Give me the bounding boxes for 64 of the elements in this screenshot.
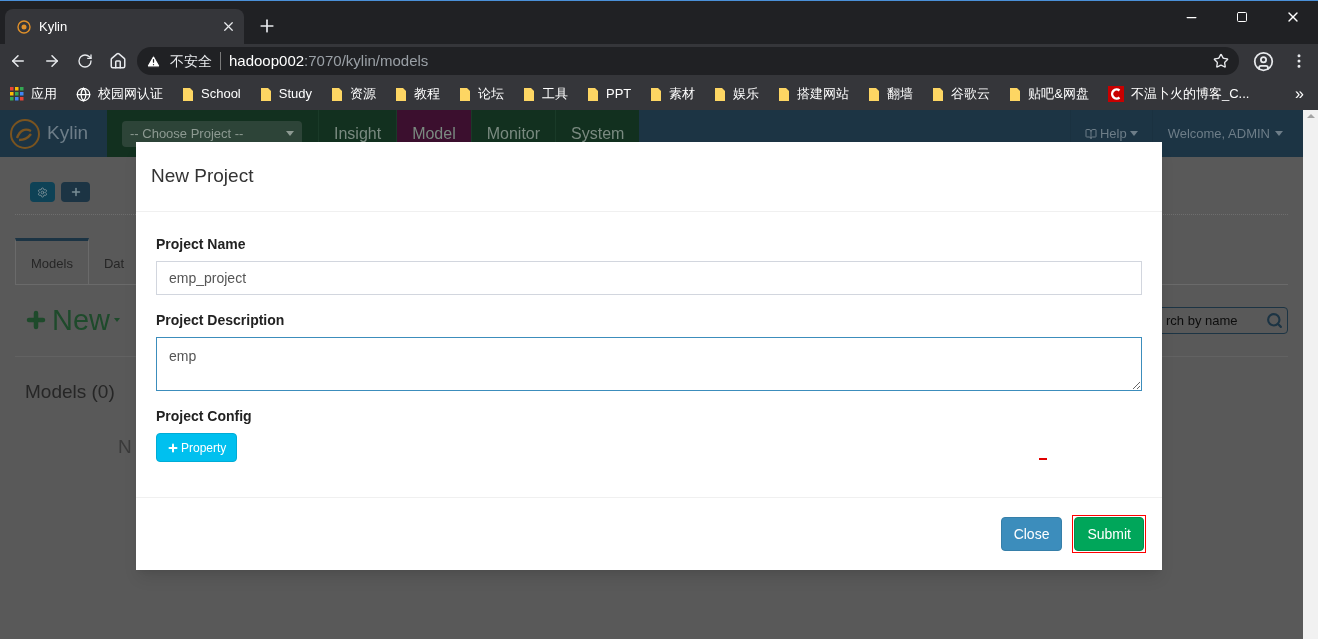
folder-icon bbox=[650, 86, 663, 102]
more-bookmarks[interactable]: » bbox=[1295, 82, 1304, 106]
close-icon[interactable] bbox=[221, 19, 236, 34]
bookmark-item[interactable]: 资源 bbox=[331, 84, 376, 104]
bookmark-item[interactable]: 教程 bbox=[395, 84, 440, 104]
book-icon bbox=[1084, 127, 1097, 140]
folder-icon bbox=[459, 86, 471, 102]
back-icon[interactable] bbox=[9, 52, 27, 70]
field-label: Project Description bbox=[156, 311, 286, 330]
dialog-title: New Project bbox=[151, 164, 254, 189]
plus-icon bbox=[167, 441, 179, 454]
folder-icon bbox=[1009, 86, 1022, 102]
maximize-icon[interactable] bbox=[1236, 11, 1248, 23]
reload-icon[interactable] bbox=[77, 53, 93, 69]
folder-icon bbox=[714, 86, 727, 102]
brand-name: Kylin bbox=[47, 121, 89, 146]
bookmark-item[interactable]: 贴吧&网盘 bbox=[1009, 84, 1089, 104]
folder-icon bbox=[523, 86, 535, 102]
annotation-mark bbox=[1039, 458, 1047, 460]
globe-icon bbox=[76, 86, 91, 102]
apps-grid-icon bbox=[10, 87, 24, 101]
folder-icon bbox=[259, 86, 272, 102]
security-label: 不安全 bbox=[170, 51, 212, 71]
url-text: hadoop002:7070/kylin/models bbox=[229, 50, 430, 71]
bookmark-item[interactable]: 工具 bbox=[523, 84, 568, 104]
bookmark-item[interactable]: 娱乐 bbox=[714, 84, 760, 104]
folder-icon bbox=[778, 86, 791, 102]
bookmark-star-icon[interactable] bbox=[1213, 53, 1229, 69]
c-logo-icon bbox=[1107, 86, 1124, 102]
kylin-logo-icon bbox=[9, 117, 41, 150]
tab-title: Kylin bbox=[39, 17, 69, 36]
folder-icon bbox=[932, 86, 945, 102]
gear-icon bbox=[37, 186, 48, 198]
bookmark-item[interactable]: PPT bbox=[587, 84, 632, 104]
field-label: Project Name bbox=[156, 235, 247, 254]
bookmark-item[interactable]: Study bbox=[259, 84, 312, 104]
bookmark-item[interactable]: 素材 bbox=[650, 84, 696, 104]
close-button[interactable]: Close bbox=[1000, 517, 1063, 551]
bookmark-item[interactable]: 搭建网站 bbox=[778, 84, 850, 104]
plus-icon bbox=[69, 186, 82, 198]
forward-icon[interactable] bbox=[43, 52, 61, 70]
bookmark-item[interactable]: 应用 bbox=[10, 84, 57, 104]
bookmark-item[interactable]: 校园网认证 bbox=[76, 84, 163, 104]
folder-icon bbox=[587, 86, 599, 102]
project-description-field[interactable]: emp bbox=[156, 337, 1142, 391]
address-bar[interactable]: 不安全 hadoop002:7070/kylin/models bbox=[137, 47, 1239, 75]
field-label: Project Config bbox=[156, 407, 252, 426]
bookmark-item[interactable]: School bbox=[182, 84, 241, 104]
kylin-favicon-icon bbox=[17, 19, 31, 34]
project-name-field[interactable]: emp_project bbox=[156, 261, 1142, 295]
add-button[interactable] bbox=[61, 182, 90, 202]
scrollbar[interactable] bbox=[1303, 110, 1318, 639]
warning-icon bbox=[146, 53, 161, 69]
folder-icon bbox=[331, 86, 343, 102]
folder-icon bbox=[182, 86, 194, 102]
bookmark-item[interactable]: 论坛 bbox=[459, 84, 504, 104]
profile-icon[interactable] bbox=[1253, 50, 1274, 72]
bookmark-item[interactable]: 谷歌云 bbox=[932, 84, 991, 104]
bookmark-item[interactable]: 翻墙 bbox=[868, 84, 914, 104]
browser-tab[interactable]: Kylin bbox=[5, 9, 244, 44]
folder-icon bbox=[868, 86, 881, 102]
folder-icon bbox=[395, 86, 407, 102]
bookmark-item[interactable]: 不温卜火的博客_C... bbox=[1107, 84, 1250, 104]
home-icon[interactable] bbox=[109, 52, 127, 70]
